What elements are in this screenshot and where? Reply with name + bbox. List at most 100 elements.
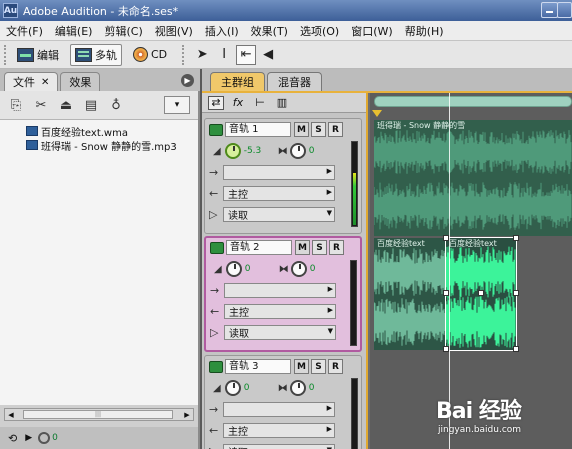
horizontal-scrollbar[interactable]: ◀ ||| ▶ [4,408,194,421]
solo-button[interactable]: S [311,359,326,374]
mute-button[interactable]: M [295,240,310,255]
automation-select[interactable]: 读取 ▼ [224,325,336,340]
pan-knob[interactable] [289,143,306,159]
menu-insert[interactable]: 插入(I) [199,23,245,39]
tab-effects[interactable]: 效果 [60,72,101,91]
output-select[interactable]: 主控 ▶ [223,423,335,438]
mute-button[interactable]: M [294,122,309,137]
output-arrow-icon: ← [209,424,219,437]
tab-main-group[interactable]: 主群组 [210,72,265,91]
cd-view-button[interactable]: CD [128,44,172,66]
menu-edit[interactable]: 编辑(E) [49,23,99,39]
files-panel-footer: ⟲ ▶ 0 [0,427,198,449]
track-3-controls[interactable]: 音轨 3 M S R ◢ 0 ⧓ 0 → ▶ ← 主控 ▶ [204,355,362,449]
track-name-field[interactable]: 音轨 1 [225,122,291,137]
mute-button[interactable]: M [294,359,309,374]
chevron-down-icon: ▼ [327,327,333,335]
volume-knob[interactable] [225,261,242,277]
record-arm-button[interactable]: R [328,359,343,374]
play-icon[interactable]: ▶ [25,433,32,443]
expand-icon[interactable]: ▷ [209,208,223,221]
track-1-controls[interactable]: 音轨 1 M S R ◢ -5.3 ⧓ 0 → ▶ ← 主控 ▶ ▷ 读取 ▼ [204,118,362,234]
track-1-clip[interactable]: 班得瑞 - Snow 静静的雪 [374,120,572,236]
menu-effects[interactable]: 效果(T) [245,23,294,39]
volume-value[interactable]: 0 [244,383,268,393]
import-file-icon[interactable]: ⎘ [6,96,26,114]
volume-value[interactable]: -5.3 [244,146,268,156]
pan-value[interactable]: 0 [310,264,334,274]
inputs-outputs-icon[interactable]: ⇄ [208,95,224,110]
toolbar-grip[interactable] [4,44,8,65]
clip-resize-handle[interactable] [478,290,484,296]
input-select[interactable]: ▶ [223,402,335,417]
scrollbar-thumb[interactable]: ||| [23,410,173,419]
toolbar-grip-2[interactable] [182,44,186,65]
automation-select[interactable]: 读取 ▼ [223,207,335,222]
solo-button[interactable]: S [311,122,326,137]
output-select[interactable]: 主控 ▶ [224,304,336,319]
scroll-left-icon[interactable]: ◀ [5,409,17,420]
clip-resize-handle[interactable] [513,290,519,296]
loop-icon[interactable]: ⟲ [8,432,17,445]
hybrid-tool-icon[interactable]: ⇤ [236,44,257,65]
input-select[interactable]: ▶ [224,283,336,298]
pan-value[interactable]: 0 [309,146,333,156]
pan-knob[interactable] [289,380,306,396]
track-2-clip-a[interactable]: 百度经验text [374,238,446,350]
minimize-button[interactable] [541,2,558,18]
track-name-field[interactable]: 音轨 3 [225,359,291,374]
scrub-tool-icon[interactable]: ◀ [258,45,278,65]
panel-menu-icon[interactable]: ▶ [181,74,194,87]
preview-volume-knob[interactable] [38,432,51,444]
menu-clip[interactable]: 剪辑(C) [98,23,148,39]
clip-resize-handle[interactable] [513,235,519,241]
multitrack-view-button[interactable]: 多轨 [70,43,122,66]
output-select[interactable]: 主控 ▶ [223,186,335,201]
effects-fx-icon[interactable]: fx [230,96,246,110]
menu-view[interactable]: 视图(V) [149,23,199,39]
menu-file[interactable]: 文件(F) [0,23,49,39]
volume-knob[interactable] [224,143,241,159]
pan-knob[interactable] [290,261,307,277]
list-item[interactable]: 百度经验text.wma [0,124,198,138]
move-tool-icon[interactable]: ➤ [192,45,212,65]
track-power-icon[interactable] [210,241,224,254]
close-file-icon[interactable]: ✂ [31,96,51,114]
track-2-controls[interactable]: 音轨 2 M S R ◢ 0 ⧓ 0 → ▶ ← 主控 ▶ ▷ 读取 ▼ [204,236,362,352]
time-selection-tool-icon[interactable]: I [214,45,234,65]
input-select[interactable]: ▶ [223,165,335,180]
edit-file-icon[interactable]: ♁ [106,96,126,114]
expand-icon[interactable]: ▷ [210,326,224,339]
menu-help[interactable]: 帮助(H) [399,23,450,39]
edit-view-button[interactable]: 编辑 [12,44,64,66]
volume-knob[interactable] [224,380,241,396]
insert-into-cd-icon[interactable]: ▤ [81,96,101,114]
record-arm-button[interactable]: R [329,240,344,255]
scroll-right-icon[interactable]: ▶ [181,409,193,420]
level-meter [351,378,358,449]
maximize-button[interactable] [557,2,572,18]
close-icon[interactable]: ✕ [41,77,49,88]
clip-resize-handle[interactable] [513,346,519,352]
volume-value[interactable]: 0 [245,264,269,274]
playhead-marker-icon[interactable] [372,110,382,117]
sends-icon[interactable]: ⊢ [252,96,268,110]
solo-button[interactable]: S [312,240,327,255]
track-name-field[interactable]: 音轨 2 [226,240,292,255]
tab-files[interactable]: 文件 ✕ [4,72,59,91]
files-view-dropdown[interactable]: ▾ [164,96,190,114]
timeline-zoom-bar[interactable] [374,96,572,107]
menu-window[interactable]: 窗口(W) [345,23,398,39]
pan-value[interactable]: 0 [309,383,333,393]
list-item[interactable]: 班得瑞 - Snow 静静的雪.mp3 [0,138,198,152]
expand-icon[interactable]: ▷ [209,445,223,449]
record-arm-button[interactable]: R [328,122,343,137]
eq-icon[interactable]: ▥ [274,96,290,110]
menu-options[interactable]: 选项(O) [294,23,345,39]
tab-mixer[interactable]: 混音器 [267,72,322,91]
track-power-icon[interactable] [209,360,223,373]
insert-into-multitrack-icon[interactable]: ⏏ [56,96,76,114]
track-power-icon[interactable] [209,123,223,136]
output-value: 主控 [228,427,248,438]
automation-select[interactable]: 读取 ▼ [223,444,335,449]
